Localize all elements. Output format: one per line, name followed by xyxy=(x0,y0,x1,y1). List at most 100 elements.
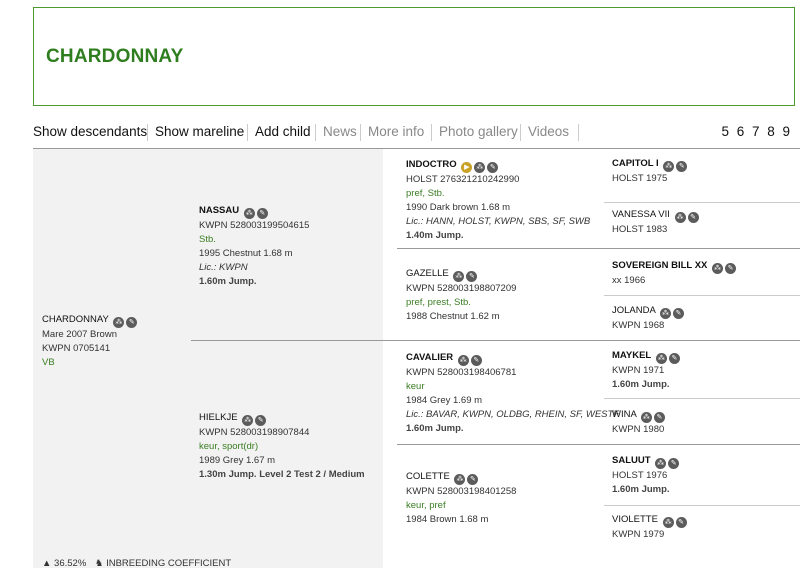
horse-registration: KWPN 1980 xyxy=(612,424,665,435)
horse-name[interactable]: COLETTE xyxy=(406,471,450,482)
dam-sire-horse: CAVALIER ⁂ ✎ KWPN 528003198406781 keur 19… xyxy=(406,351,619,436)
pedigree-icon[interactable]: ⁂ xyxy=(674,212,686,223)
show-mareline-link[interactable]: Show mareline xyxy=(155,124,244,139)
horse-predicate: VB xyxy=(42,357,55,368)
edit-icon[interactable]: ✎ xyxy=(470,355,482,366)
divider xyxy=(604,505,800,506)
horse-name[interactable]: CHARDONNAY xyxy=(42,314,109,325)
horse-registration: HOLST 1983 xyxy=(612,224,668,235)
divider xyxy=(397,444,800,445)
divider xyxy=(315,124,316,141)
divider xyxy=(383,340,800,341)
edit-icon[interactable]: ✎ xyxy=(676,161,688,172)
page-title: CHARDONNAY xyxy=(46,46,184,67)
horse-info: Mare 2007 Brown xyxy=(42,329,117,340)
horse-name[interactable]: SALUUT xyxy=(612,455,651,466)
horse-info: 1988 Chestnut 1.62 m xyxy=(406,311,500,322)
show-descendants-link[interactable]: Show descendants xyxy=(33,124,147,139)
photo-gallery-link[interactable]: Photo gallery xyxy=(439,124,518,139)
edit-icon[interactable]: ✎ xyxy=(467,474,479,485)
horse-name[interactable]: CAPITOL I xyxy=(612,158,659,169)
pedigree-icon[interactable]: ⁂ xyxy=(454,474,466,485)
add-child-link[interactable]: Add child xyxy=(255,124,311,139)
horse-registration: KWPN 1971 xyxy=(612,365,665,376)
pedigree-icon[interactable]: ⁂ xyxy=(663,161,675,172)
horse-registration: KWPN 528003198406781 xyxy=(406,367,517,378)
more-info-link[interactable]: More info xyxy=(368,124,424,139)
sire-dam-horse: GAZELLE ⁂ ✎ KWPN 528003198807209 pref, pr… xyxy=(406,267,516,324)
pedigree-icon[interactable]: ⁂ xyxy=(243,208,255,219)
edit-icon[interactable]: ✎ xyxy=(668,353,680,364)
video-icon[interactable]: ▶ xyxy=(461,162,473,173)
edit-icon[interactable]: ✎ xyxy=(126,317,138,328)
horse-name[interactable]: CAVALIER xyxy=(406,352,453,363)
horse-name[interactable]: VIOLETTE xyxy=(612,514,658,525)
horse-name[interactable]: NASSAU xyxy=(199,205,239,216)
edit-icon[interactable]: ✎ xyxy=(256,208,268,219)
pedigree-icon[interactable]: ⁂ xyxy=(453,271,465,282)
inbreeding-percent: 36.52% xyxy=(54,558,87,569)
sire-sire-horse: INDOCTRO ▶ ⁂ ✎ HOLST 276321210242990 pref,… xyxy=(406,158,590,243)
horse-registration: KWPN 1979 xyxy=(612,529,665,540)
gen3-horse-5: MAYKEL ⁂ ✎ KWPN 1971 1.60m Jump. xyxy=(612,349,680,392)
divider xyxy=(360,124,361,141)
edit-icon[interactable]: ✎ xyxy=(675,517,687,528)
horse-sport-level: 1.60m Jump. xyxy=(199,276,257,287)
horse-icon: ♞ xyxy=(94,558,104,569)
title-box: CHARDONNAY xyxy=(33,7,795,106)
edit-icon[interactable]: ✎ xyxy=(672,308,684,319)
divider xyxy=(604,202,800,203)
videos-link[interactable]: Videos xyxy=(528,124,569,139)
horse-licences: Lic.: BAVAR, KWPN, OLDBG, RHEIN, SF, WES… xyxy=(406,409,620,420)
pedigree-icon[interactable]: ⁂ xyxy=(662,517,674,528)
horse-name[interactable]: MAYKEL xyxy=(612,350,651,361)
divider xyxy=(520,124,521,141)
pedigree-icon[interactable]: ⁂ xyxy=(474,162,486,173)
edit-icon[interactable]: ✎ xyxy=(466,271,478,282)
generation-selector[interactable]: 5 6 7 8 9 xyxy=(721,124,792,139)
divider xyxy=(397,248,800,249)
divider xyxy=(578,124,579,141)
horse-name[interactable]: INDOCTRO xyxy=(406,159,457,170)
edit-icon[interactable]: ✎ xyxy=(725,263,737,274)
gen3-horse-2: VANESSA VII ⁂ ✎ HOLST 1983 xyxy=(612,208,699,237)
edit-icon[interactable]: ✎ xyxy=(653,412,665,423)
pedigree-icon[interactable]: ⁂ xyxy=(659,308,671,319)
inbreeding-coefficient: ▲ 36.52% ♞ INBREEDING COEFFICIENT xyxy=(42,558,231,569)
horse-sport-level: 1.60m Jump. xyxy=(612,379,670,390)
edit-icon[interactable]: ✎ xyxy=(668,458,680,469)
horse-name[interactable]: VANESSA VII xyxy=(612,209,670,220)
news-link[interactable]: News xyxy=(323,124,357,139)
horse-name[interactable]: JOLANDA xyxy=(612,305,655,316)
pedigree-icon[interactable]: ⁂ xyxy=(242,415,254,426)
edit-icon[interactable]: ✎ xyxy=(255,415,267,426)
horse-registration: HOLST 276321210242990 xyxy=(406,174,520,185)
horse-name[interactable]: GAZELLE xyxy=(406,268,449,279)
horse-registration: KWPN 0705141 xyxy=(42,343,111,354)
horse-name[interactable]: HIELKJE xyxy=(199,412,238,423)
horse-registration: xx 1966 xyxy=(612,275,646,286)
pedigree-icon[interactable]: ⁂ xyxy=(655,353,667,364)
pedigree-icon[interactable]: ⁂ xyxy=(113,317,125,328)
pedigree-icon[interactable]: ⁂ xyxy=(712,263,724,274)
edit-icon[interactable]: ✎ xyxy=(687,212,699,223)
horse-registration: KWPN 528003199504615 xyxy=(199,220,310,231)
horse-licences: Lic.: KWPN xyxy=(199,262,248,273)
divider xyxy=(431,124,432,141)
horse-info: 1984 Brown 1.68 m xyxy=(406,514,489,525)
horse-registration: HOLST 1975 xyxy=(612,173,668,184)
gen3-horse-1: CAPITOL I ⁂ ✎ HOLST 1975 xyxy=(612,157,688,186)
pedigree-icon[interactable]: ⁂ xyxy=(640,412,652,423)
pedigree-icon[interactable]: ⁂ xyxy=(655,458,667,469)
pedigree-icon[interactable]: ⁂ xyxy=(457,355,469,366)
edit-icon[interactable]: ✎ xyxy=(487,162,499,173)
divider xyxy=(247,124,248,141)
inbreeding-label: INBREEDING COEFFICIENT xyxy=(106,558,232,569)
gen3-horse-4: JOLANDA ⁂ ✎ KWPN 1968 xyxy=(612,304,684,333)
horse-name[interactable]: SOVEREIGN BILL XX xyxy=(612,260,707,271)
horse-registration: KWPN 528003198401258 xyxy=(406,486,517,497)
divider xyxy=(147,124,148,141)
dam-horse: HIELKJE ⁂ ✎ KWPN 528003198907844 keur, sp… xyxy=(199,411,365,482)
divider xyxy=(604,295,800,296)
horse-name[interactable]: WINA xyxy=(612,409,636,420)
